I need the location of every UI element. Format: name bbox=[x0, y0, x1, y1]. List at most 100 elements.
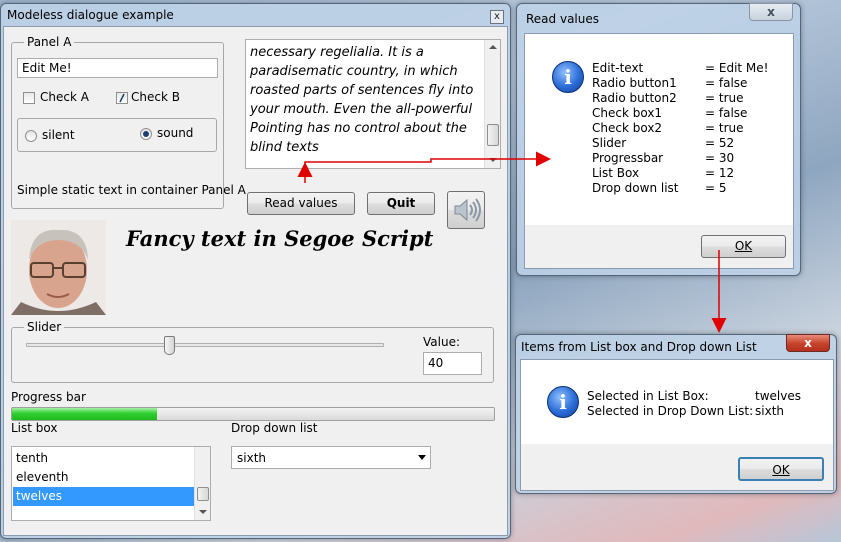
items-keys: Selected in List Box: Selected in Drop Do… bbox=[587, 389, 753, 419]
ok-label: OK bbox=[772, 463, 790, 477]
portrait-image bbox=[11, 220, 106, 315]
speaker-icon bbox=[454, 198, 481, 222]
result-key: Radio button1 bbox=[592, 76, 677, 90]
ok-label: OK bbox=[734, 239, 753, 253]
result-value: = 52 bbox=[705, 136, 735, 150]
result-key: Selected in List Box: bbox=[587, 389, 709, 403]
check-b-checkbox[interactable] bbox=[116, 92, 128, 104]
result-key: Progressbar bbox=[592, 151, 664, 165]
items-window-close-button[interactable]: x bbox=[786, 334, 830, 352]
quit-label: Quit bbox=[386, 196, 416, 210]
result-value: twelves bbox=[755, 389, 801, 403]
list-item[interactable]: twelves bbox=[13, 487, 194, 506]
result-value: = 12 bbox=[705, 166, 735, 180]
info-icon: i bbox=[552, 61, 584, 93]
panel-a-label: Panel A bbox=[24, 35, 75, 49]
chevron-down-icon[interactable] bbox=[418, 455, 426, 460]
check-a-label[interactable]: Check A bbox=[40, 90, 89, 104]
result-value: = false bbox=[705, 106, 748, 120]
memo-scrollbar[interactable] bbox=[484, 40, 500, 168]
memo-line: necessary regelialia. It is a bbox=[250, 45, 424, 60]
dropdown-label: Drop down list bbox=[231, 421, 318, 435]
items-ok-button[interactable]: OK bbox=[738, 457, 824, 481]
read-values-window: Read values x i Edit-text Radio button1 Ra… bbox=[516, 3, 801, 276]
progress-fill bbox=[12, 408, 157, 420]
result-key: Check box1 bbox=[592, 106, 663, 120]
read-values-label: Read values bbox=[264, 196, 338, 210]
slider-group bbox=[11, 327, 494, 383]
read-values-ok-button[interactable]: OK bbox=[701, 235, 786, 258]
slider-value-field[interactable]: 40 bbox=[423, 352, 482, 375]
memo-line: your mouth. Even the all-powerful bbox=[250, 102, 473, 117]
result-key: Check box2 bbox=[592, 121, 663, 135]
edit-text-field[interactable]: Edit Me! bbox=[17, 58, 218, 78]
main-window-title: Modeless dialogue example bbox=[7, 8, 174, 22]
check-a-checkbox[interactable] bbox=[23, 92, 35, 104]
listbox-items: tenth eleventh twelves bbox=[13, 449, 194, 506]
sound-button[interactable] bbox=[447, 191, 485, 229]
result-key: Selected in Drop Down List: bbox=[587, 404, 754, 418]
read-values-keys: Edit-text Radio button1 Radio button2 Check… bbox=[592, 61, 679, 196]
list-item[interactable]: eleventh bbox=[13, 468, 194, 487]
silent-radio[interactable] bbox=[25, 130, 37, 142]
result-key: Drop down list bbox=[592, 181, 679, 195]
memo-box[interactable]: necessary regelialia. It is a paradisema… bbox=[245, 39, 501, 169]
result-key: Slider bbox=[592, 136, 627, 150]
listbox[interactable]: tenth eleventh twelves bbox=[11, 446, 211, 521]
progress-bar bbox=[11, 407, 495, 421]
sound-label[interactable]: sound bbox=[157, 126, 193, 140]
result-key: Edit-text bbox=[592, 61, 644, 75]
memo-text: necessary regelialia. It is a paradisema… bbox=[250, 43, 484, 157]
main-window-close-button[interactable]: x bbox=[490, 10, 504, 24]
info-icon: i bbox=[547, 386, 579, 418]
listbox-label: List box bbox=[11, 421, 58, 435]
read-values-client: i Edit-text Radio button1 Radio button2 Che… bbox=[524, 33, 794, 269]
panel-a-static-text: Simple static text in container Panel A bbox=[17, 183, 246, 197]
scroll-down-icon[interactable] bbox=[199, 510, 207, 514]
result-value: = true bbox=[705, 91, 744, 105]
list-item[interactable]: tenth bbox=[13, 449, 194, 468]
result-key: Radio button2 bbox=[592, 91, 677, 105]
sound-radio[interactable] bbox=[140, 128, 152, 140]
scroll-up-icon[interactable] bbox=[489, 45, 497, 49]
result-value: = false bbox=[705, 76, 748, 90]
result-value: = Edit Me! bbox=[705, 61, 769, 75]
read-values-button[interactable]: Read values bbox=[247, 192, 355, 215]
scroll-thumb[interactable] bbox=[197, 487, 209, 501]
checkmark-icon bbox=[119, 93, 125, 103]
dropdown-value: sixth bbox=[237, 451, 266, 465]
scroll-down-icon[interactable] bbox=[489, 158, 497, 162]
fancy-text: Fancy text in Segoe Script bbox=[126, 226, 434, 251]
items-values: twelves sixth bbox=[755, 389, 801, 419]
items-window: Items from List box and Drop down List x… bbox=[515, 334, 837, 494]
main-window: Modeless dialogue example x Panel A Edit… bbox=[0, 3, 511, 539]
items-client: i Selected in List Box: Selected in Drop … bbox=[520, 359, 834, 491]
read-values-close-button[interactable]: x bbox=[749, 3, 793, 21]
check-b-label[interactable]: Check B bbox=[131, 90, 180, 104]
slider-value-text: 40 bbox=[428, 356, 444, 370]
memo-line: Pointing has no control about the bbox=[250, 121, 467, 136]
items-window-title: Items from List box and Drop down List bbox=[521, 340, 757, 354]
memo-line: paradisematic country, in which bbox=[250, 64, 458, 79]
close-icon: x bbox=[494, 11, 500, 22]
result-key: List Box bbox=[592, 166, 640, 180]
progress-label: Progress bar bbox=[11, 390, 86, 404]
close-icon: x bbox=[767, 5, 775, 19]
listbox-scrollbar[interactable] bbox=[194, 447, 210, 520]
memo-line: blind texts bbox=[250, 140, 319, 155]
silent-label[interactable]: silent bbox=[42, 128, 75, 142]
slider-value-label: Value: bbox=[423, 335, 460, 349]
quit-button[interactable]: Quit bbox=[367, 192, 435, 215]
scroll-thumb[interactable] bbox=[487, 124, 499, 146]
edit-text-value: Edit Me! bbox=[22, 61, 72, 75]
portrait-photo bbox=[11, 220, 106, 315]
result-value: = true bbox=[705, 121, 744, 135]
read-values-values: = Edit Me! = false = true = false = true = 52… bbox=[705, 61, 768, 196]
result-value: = 30 bbox=[705, 151, 735, 165]
result-value: = 5 bbox=[705, 181, 727, 195]
dropdown[interactable]: sixth bbox=[231, 446, 431, 469]
slider-group-label: Slider bbox=[24, 320, 65, 334]
slider-thumb[interactable] bbox=[164, 336, 175, 355]
slider-track[interactable] bbox=[26, 343, 384, 347]
read-values-window-title: Read values bbox=[526, 12, 599, 26]
